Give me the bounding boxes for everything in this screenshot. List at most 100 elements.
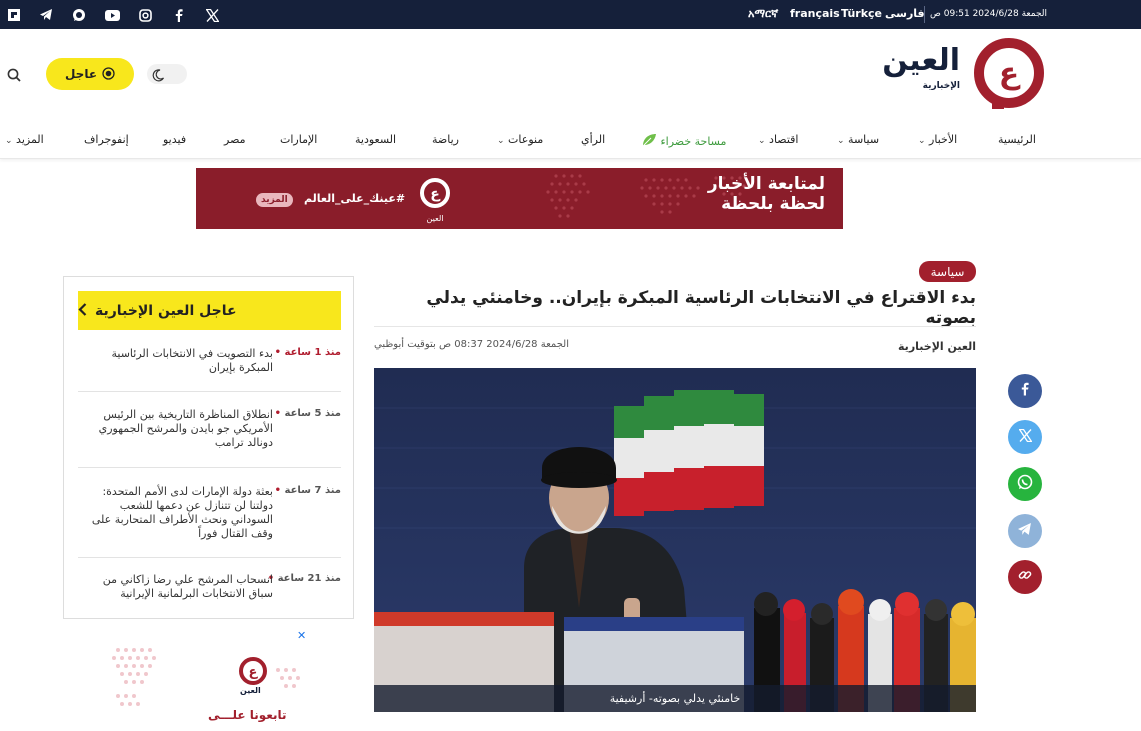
urgent-item-text: انسحاب المرشح علي رضا زاكاني من سباق الا… [102, 573, 273, 600]
share-x-button[interactable] [1008, 420, 1042, 454]
x-icon[interactable] [204, 7, 220, 23]
telegram-icon [1018, 522, 1032, 540]
nav-item-news[interactable]: الأخبار ⌄ [918, 133, 957, 146]
bullet-icon: • [274, 408, 282, 419]
time-text: منذ 5 ساعة [284, 408, 341, 419]
site-logo[interactable]: ع العين الإخبارية [858, 37, 1044, 109]
lang-turkish[interactable]: Türkçe [841, 7, 882, 20]
urgent-item-text: انطلاق المناظرة التاريخية بين الرئيس الأ… [98, 408, 273, 449]
article-author[interactable]: العين الإخبارية [898, 340, 976, 353]
urgent-item[interactable]: منذ 1 ساعة • بدء التصويت في الانتخابات ا… [78, 347, 342, 391]
site-header: عاجل ع العين الإخبارية الرئيسية الأخبار … [0, 29, 1141, 159]
live-dot-icon [102, 65, 115, 84]
logo-wordmark: العين [882, 43, 960, 78]
urgent-item-time: منذ 21 ساعة • [268, 573, 341, 584]
copy-link-button[interactable] [1008, 560, 1042, 594]
nav-label: المزيد [16, 133, 44, 146]
nav-item-egypt[interactable]: مصر [224, 133, 246, 146]
nav-item-uae[interactable]: الإمارات [280, 133, 317, 146]
banner-line-1: لمتابعة الأخبار [707, 174, 825, 194]
whatsapp-icon[interactable] [71, 7, 87, 23]
nav-label: منوعات [508, 133, 544, 146]
urgent-news-panel: عاجل العين الإخبارية منذ 1 ساعة • بدء ال… [63, 276, 354, 619]
urgent-item-text: بعثة دولة الإمارات لدى الأمم المتحدة: دو… [91, 485, 273, 540]
share-telegram-button[interactable] [1008, 514, 1042, 548]
banner-logo: ع العين [418, 176, 452, 223]
banner-headline: لمتابعة الأخبار لحظة بلحظة [708, 174, 825, 214]
promo-banner[interactable]: لمتابعة الأخبار لحظة بلحظة ع العين #عينك… [196, 168, 843, 229]
chevron-down-icon: ⌄ [5, 136, 13, 146]
banner-more-badge[interactable]: المزيد [256, 193, 293, 207]
lang-amharic[interactable]: አማርኛ [748, 7, 778, 21]
urgent-item[interactable]: منذ 21 ساعة • انسحاب المرشح علي رضا زاكا… [78, 573, 341, 613]
nav-item-infographic[interactable]: إنفوجراف [84, 133, 129, 146]
urgent-item-time: منذ 7 ساعة • [275, 485, 341, 496]
time-text: منذ 7 ساعة [284, 485, 341, 496]
nav-item-video[interactable]: فيديو [163, 133, 186, 146]
nav-item-home[interactable]: الرئيسية [998, 133, 1036, 146]
article-headline: بدء الاقتراع في الانتخابات الرئاسية المب… [426, 288, 976, 328]
telegram-icon[interactable] [38, 7, 54, 23]
article-image[interactable]: خامنئي يدلي بصوته- أرشيفية [374, 368, 976, 712]
urgent-item-text: بدء التصويت في الانتخابات الرئاسية المبك… [111, 347, 274, 374]
article-date: الجمعة 2024/6/28 08:37 ص بتوقيت أبوظبي [374, 339, 569, 350]
divider [78, 467, 341, 468]
dark-mode-toggle[interactable] [147, 64, 187, 84]
current-date: الجمعة 2024/6/28 09:51 ص [930, 9, 1048, 19]
instagram-icon[interactable] [137, 7, 153, 23]
share-facebook-button[interactable] [1008, 374, 1042, 408]
chevron-down-icon: ⌄ [837, 136, 845, 146]
nav-item-green-space[interactable]: مساحة خضراء [641, 133, 726, 150]
nav-label: سياسة [848, 133, 880, 146]
urgent-item-time: منذ 1 ساعة • [275, 347, 341, 358]
nav-label: مساحة خضراء [660, 135, 727, 148]
svg-text:ع: ع [999, 56, 1021, 91]
nav-item-politics[interactable]: سياسة ⌄ [837, 133, 879, 146]
leaf-icon [641, 133, 657, 150]
ad-block[interactable]: ع العين تابعونا علـــى [108, 640, 308, 731]
urgent-label: عاجل [64, 67, 98, 81]
banner-hashtag: #عينك_على_العالم [304, 192, 406, 205]
nav-item-opinion[interactable]: الرأي [581, 133, 605, 146]
bullet-icon: • [274, 485, 282, 496]
urgent-item-time: منذ 5 ساعة • [275, 408, 341, 419]
urgent-button[interactable]: عاجل [46, 58, 134, 90]
lang-french[interactable]: français [790, 7, 840, 20]
top-bar: አማርኛ français Türkçe فارسى الجمعة 2024/6… [0, 0, 1141, 29]
nav-label: اقتصاد [769, 133, 799, 146]
image-caption: خامنئي يدلي بصوته- أرشيفية [374, 685, 976, 712]
urgent-item[interactable]: منذ 5 ساعة • انطلاق المناظرة التاريخية ب… [78, 408, 341, 464]
x-icon [1017, 428, 1033, 446]
moon-icon [151, 67, 165, 86]
nav-item-saudi[interactable]: السعودية [355, 133, 396, 146]
youtube-icon[interactable] [104, 7, 120, 23]
nav-item-economy[interactable]: اقتصاد ⌄ [758, 133, 798, 146]
whatsapp-icon [1017, 474, 1033, 494]
nav-item-misc[interactable]: منوعات ⌄ [497, 133, 543, 146]
category-tag[interactable]: سياسة [919, 261, 976, 282]
svg-text:ع: ع [249, 665, 259, 680]
bullet-icon: • [274, 347, 282, 358]
divider [78, 391, 341, 392]
urgent-news-header[interactable]: عاجل العين الإخبارية [78, 291, 341, 330]
time-text: منذ 21 ساعة [277, 573, 341, 584]
urgent-item[interactable]: منذ 7 ساعة • بعثة دولة الإمارات لدى الأم… [78, 485, 341, 555]
lang-farsi[interactable]: فارسى [885, 7, 925, 20]
ad-logo-sub: العين [240, 686, 261, 695]
facebook-icon [1021, 382, 1029, 400]
divider [374, 326, 976, 327]
logo-subtitle: الإخبارية [922, 81, 960, 91]
divider [924, 6, 925, 23]
search-icon[interactable] [7, 67, 21, 86]
link-icon [1018, 568, 1032, 586]
share-whatsapp-button[interactable] [1008, 467, 1042, 501]
nav-item-more[interactable]: المزيد ⌄ [5, 133, 44, 146]
chevron-down-icon: ⌄ [758, 136, 766, 146]
banner-line-2: لحظة بلحظة [721, 194, 825, 214]
flipboard-icon[interactable] [6, 7, 22, 23]
chevron-down-icon: ⌄ [497, 136, 505, 146]
facebook-icon[interactable] [171, 7, 187, 23]
nav-item-sports[interactable]: رياضة [432, 133, 459, 146]
nav-label: الأخبار [929, 133, 958, 146]
urgent-news-title: عاجل العين الإخبارية [95, 302, 237, 319]
